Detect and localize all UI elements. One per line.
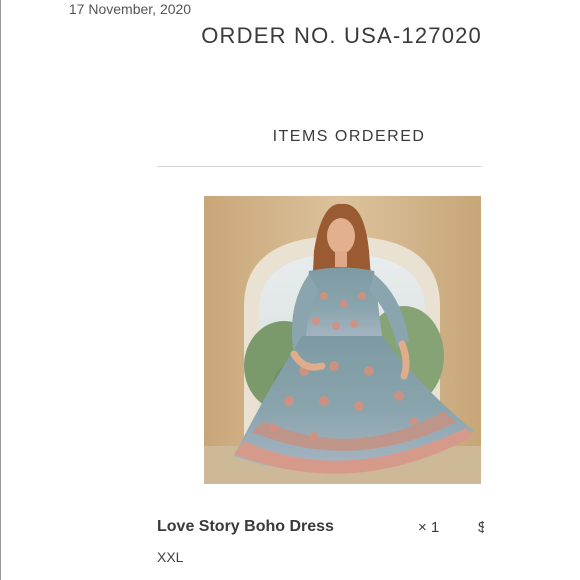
product-image[interactable] xyxy=(204,196,481,484)
section-divider xyxy=(157,166,482,167)
item-size: XXL xyxy=(157,549,184,565)
item-price: $ xyxy=(478,519,484,536)
items-ordered-heading: ITEMS ORDERED xyxy=(272,128,426,145)
item-quantity: × 1 xyxy=(418,519,440,536)
order-number: ORDER NO. USA-127020 xyxy=(201,23,482,48)
left-edge-rule xyxy=(0,0,1,580)
order-date: 17 November, 2020 xyxy=(68,1,192,17)
product-photo-illustration xyxy=(204,196,481,484)
item-name[interactable]: Love Story Boho Dress xyxy=(157,517,334,537)
